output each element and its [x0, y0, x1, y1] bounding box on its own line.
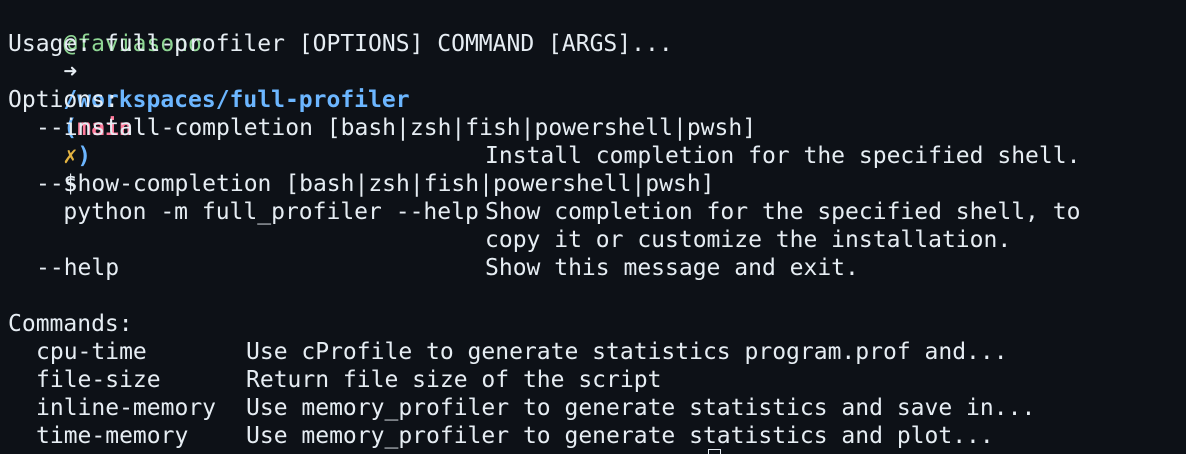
prompt-command: python -m full_profiler --help [63, 199, 479, 225]
options-header: Options: [8, 87, 119, 113]
command-name: inline-memory [36, 395, 217, 421]
option-install-completion-flag: --install-completion [bash|zsh|fish|powe… [36, 115, 757, 141]
command-name: time-memory [36, 423, 189, 449]
terminal-window[interactable]: @faviasono ➜ /workspaces/full-profiler (… [0, 0, 1186, 454]
option-show-completion-desc-2: copy it or customize the installation. [485, 227, 1012, 253]
option-help-flag: --help [36, 255, 120, 281]
command-name: cpu-time [36, 339, 147, 365]
prompt-branch-close: ) [77, 143, 92, 169]
usage-line: Usage: full-profiler [OPTIONS] COMMAND [… [8, 31, 673, 57]
cursor-icon [708, 449, 721, 454]
option-show-completion-flag: --show-completion [bash|zsh|fish|powersh… [36, 171, 715, 197]
prompt-dirty-icon: ✗ [63, 143, 78, 169]
prompt-line: @faviasono ➜ /workspaces/full-profiler (… [8, 2, 478, 225]
option-install-completion-desc: Install completion for the specified she… [485, 143, 1081, 169]
prompt-arrow-icon: ➜ [63, 59, 78, 85]
command-desc: Use cProfile to generate statistics prog… [246, 339, 1008, 365]
next-prompt-line [8, 447, 721, 454]
command-desc: Return file size of the script [246, 367, 662, 393]
command-desc: Use memory_profiler to generate statisti… [246, 395, 1036, 421]
command-name: file-size [36, 367, 161, 393]
commands-header: Commands: [8, 311, 133, 337]
command-desc: Use memory_profiler to generate statisti… [246, 423, 994, 449]
option-help-desc: Show this message and exit. [485, 255, 859, 281]
option-show-completion-desc-1: Show completion for the specified shell,… [485, 199, 1081, 225]
